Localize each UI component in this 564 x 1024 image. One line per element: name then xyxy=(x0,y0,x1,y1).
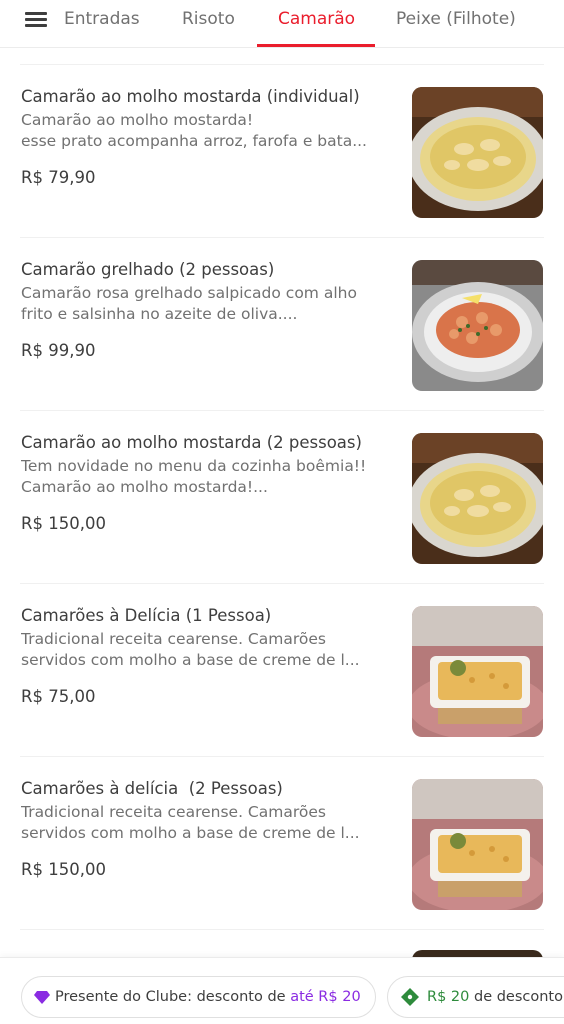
item-title: Camarões à delícia (2 Pessoas) xyxy=(21,779,283,798)
shrimp-gratin-photo xyxy=(412,779,543,910)
category-tabs: Entradas Risoto Camarão Peixe (Filhote) xyxy=(62,0,564,48)
club-discount-chip[interactable]: Presente do Clube: desconto de até R$ 20 xyxy=(21,976,376,1018)
item-price: R$ 75,00 xyxy=(21,687,96,706)
shrimp-gratin-photo xyxy=(412,606,543,737)
item-description: Camarão rosa grelhado salpicado com alho… xyxy=(21,284,357,323)
category-tab-bar: Entradas Risoto Camarão Peixe (Filhote) xyxy=(0,0,564,48)
tab-camarao[interactable]: Camarão xyxy=(278,0,355,48)
menu-item[interactable]: Camarões à Delícia (1 Pessoa) Tradiciona… xyxy=(0,584,564,757)
item-description: Tem novidade no menu da cozinha boêmia!!… xyxy=(21,457,367,496)
item-price: R$ 150,00 xyxy=(21,860,106,879)
coupon-amount: R$ 20 xyxy=(427,989,470,1005)
club-discount-prefix: Presente do Clube: desconto de xyxy=(55,989,291,1005)
hamburger-menu-icon[interactable] xyxy=(22,8,52,32)
tab-entradas[interactable]: Entradas xyxy=(64,0,140,48)
menu-item[interactable]: Camarão grelhado (2 pessoas) Camarão ros… xyxy=(0,238,564,411)
item-description: Tradicional receita cearense. Camarões se… xyxy=(21,630,360,669)
item-title: Camarões à Delícia (1 Pessoa) xyxy=(21,606,272,625)
promo-bar: Presente do Clube: desconto de até R$ 20… xyxy=(0,957,564,1024)
item-title: Camarão ao molho mostarda (2 pessoas) xyxy=(21,433,362,452)
item-title: Camarão ao molho mostarda (individual) xyxy=(21,87,360,106)
mustard-shrimp-photo xyxy=(412,87,543,218)
menu-item[interactable]: Camarão ao molho mostarda (2 pessoas) Te… xyxy=(0,411,564,584)
item-description: Camarão ao molho mostarda! esse prato aco… xyxy=(21,111,367,150)
item-description: Tradicional receita cearense. Camarões se… xyxy=(21,803,360,842)
club-discount-amount: até R$ 20 xyxy=(290,989,361,1005)
item-price: R$ 99,90 xyxy=(21,341,96,360)
active-tab-indicator xyxy=(257,44,375,47)
item-price: R$ 79,90 xyxy=(21,168,96,187)
tab-peixe-filhote[interactable]: Peixe (Filhote) xyxy=(396,0,516,48)
grilled-shrimp-photo xyxy=(412,260,543,391)
coupon-suffix: de desconto xyxy=(469,989,563,1005)
menu-item[interactable]: Camarão ao molho mostarda (individual) C… xyxy=(0,65,564,238)
item-price: R$ 150,00 xyxy=(21,514,106,533)
diamond-icon xyxy=(34,991,50,1004)
menu-item[interactable]: Camarões à delícia (2 Pessoas) Tradicion… xyxy=(0,757,564,930)
coupon-chip[interactable]: R$ 20 de desconto xyxy=(387,976,564,1018)
divider xyxy=(20,929,544,930)
item-title: Camarão grelhado (2 pessoas) xyxy=(21,260,275,279)
ticket-icon xyxy=(401,988,419,1006)
mustard-shrimp-photo xyxy=(412,433,543,564)
tab-risoto[interactable]: Risoto xyxy=(182,0,235,48)
